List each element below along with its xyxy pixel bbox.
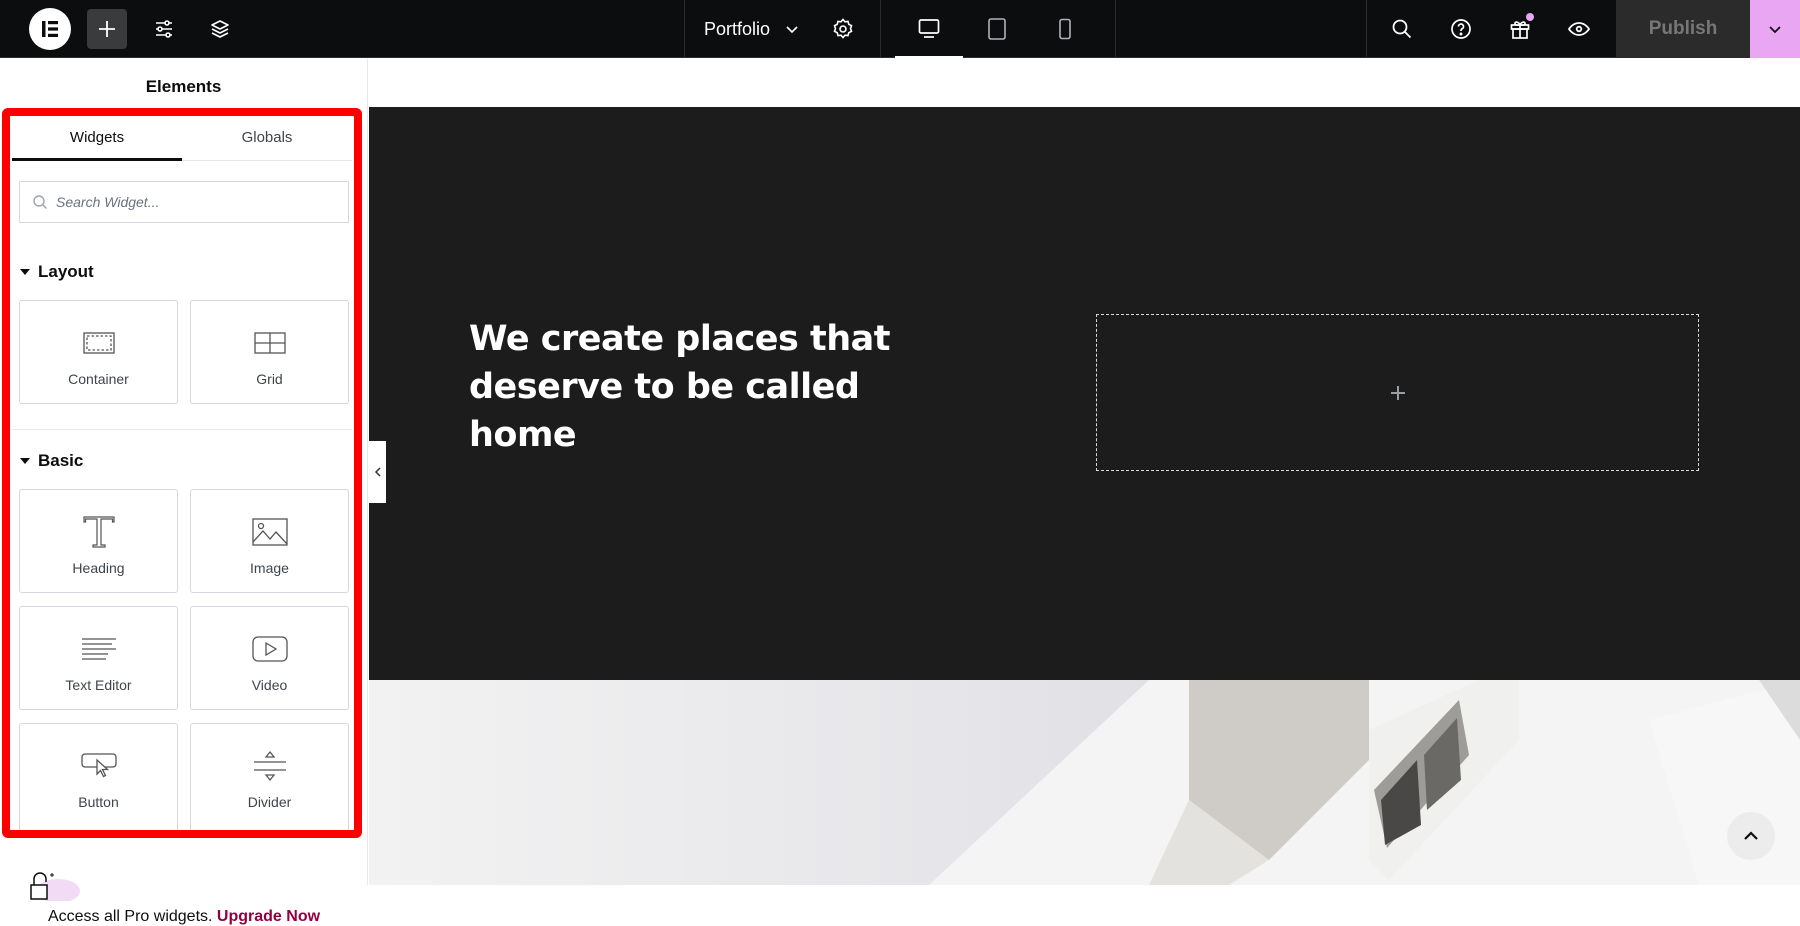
elements-panel: Elements Widgets Globals Layout Containe… (0, 59, 368, 925)
plus-icon (1390, 385, 1405, 400)
eye-icon (1567, 22, 1591, 36)
editor-top-bar: Portfolio Publish (0, 0, 1800, 59)
widget-label: Button (78, 794, 119, 810)
document-settings-button[interactable] (823, 9, 863, 49)
divider (684, 0, 685, 58)
chevron-up-icon (1744, 831, 1758, 840)
hero-heading[interactable]: We create places that deserve to be call… (469, 315, 949, 459)
widget-divider[interactable]: Divider (190, 723, 349, 833)
widget-label: Image (250, 560, 289, 576)
search-icon (33, 195, 47, 209)
promo-text: Access all Pro widgets. (47, 908, 213, 925)
category-basic-toggle[interactable]: Basic (20, 451, 83, 471)
empty-container-drop-zone[interactable] (1096, 314, 1699, 471)
hero-section[interactable]: We create places that deserve to be call… (369, 107, 1800, 680)
caret-down-icon (20, 458, 30, 464)
plus-icon (99, 21, 115, 37)
widget-text-editor[interactable]: Text Editor (19, 606, 178, 710)
divider (1366, 0, 1367, 58)
category-title: Layout (38, 262, 94, 281)
help-button[interactable] (1441, 9, 1481, 49)
container-icon (82, 332, 115, 354)
widget-label: Heading (72, 560, 125, 576)
building-photo (929, 680, 1800, 885)
widget-label: Container (68, 371, 129, 387)
publish-options-button[interactable] (1750, 0, 1800, 58)
help-icon (1451, 19, 1471, 39)
finder-button[interactable] (1382, 9, 1422, 49)
tab-globals[interactable]: Globals (182, 115, 352, 160)
pro-lock-illustration-icon (30, 872, 80, 901)
widget-heading[interactable]: Heading (19, 489, 178, 593)
whats-new-button[interactable] (1500, 9, 1540, 49)
add-element-button[interactable] (87, 9, 127, 49)
chevron-left-icon (374, 467, 381, 477)
widget-search (19, 181, 349, 223)
widget-container[interactable]: Container (19, 300, 178, 404)
desktop-icon (918, 19, 940, 38)
device-tablet-button[interactable] (963, 0, 1031, 58)
panel-tabs: Widgets Globals (12, 115, 352, 161)
category-divider (12, 429, 352, 430)
preview-button[interactable] (1559, 9, 1599, 49)
panel-title: Elements (145, 77, 222, 96)
device-desktop-button[interactable] (895, 0, 963, 59)
building-photo-section (369, 680, 1800, 885)
video-icon (251, 636, 288, 662)
tablet-icon (988, 18, 1006, 40)
divider (1115, 0, 1116, 58)
caret-down-icon (20, 269, 30, 275)
widget-video[interactable]: Video (190, 606, 349, 710)
document-title-dropdown[interactable]: Portfolio (704, 0, 800, 58)
sliders-icon (156, 20, 172, 38)
pro-widgets-promo: Access all Pro widgets. Upgrade Now (0, 908, 368, 926)
button-icon (80, 753, 117, 778)
structure-button[interactable] (200, 9, 240, 49)
heading-icon (82, 516, 115, 548)
widget-grid[interactable]: Grid (190, 300, 349, 404)
search-icon (1392, 19, 1412, 39)
editor-canvas: We create places that deserve to be call… (369, 59, 1800, 885)
document-title: Portfolio (704, 18, 771, 39)
widget-button[interactable]: Button (19, 723, 178, 833)
text-editor-icon (81, 638, 116, 660)
chevron-down-icon (786, 26, 798, 34)
category-title: Basic (38, 451, 84, 470)
upgrade-now-link[interactable]: Upgrade Now (217, 908, 320, 925)
search-widget-input[interactable] (56, 194, 336, 210)
chevron-down-icon (1769, 26, 1781, 34)
gear-icon (833, 18, 853, 39)
category-layout-toggle[interactable]: Layout (20, 262, 94, 282)
collapse-panel-toggle[interactable] (369, 441, 386, 503)
publish-button[interactable]: Publish (1616, 0, 1750, 58)
site-settings-button[interactable] (144, 9, 184, 49)
scroll-to-top-button[interactable] (1727, 812, 1775, 860)
image-icon (251, 518, 288, 546)
elementor-logo[interactable] (29, 8, 71, 50)
grid-icon (253, 332, 286, 354)
divider-icon (253, 750, 286, 782)
elementor-logo-icon (42, 21, 58, 37)
device-mobile-button[interactable] (1031, 0, 1099, 58)
widget-label: Grid (256, 371, 283, 387)
layers-icon (211, 20, 229, 38)
notification-dot (1526, 13, 1534, 21)
mobile-icon (1059, 18, 1071, 40)
divider (880, 0, 881, 58)
widget-image[interactable]: Image (190, 489, 349, 593)
tab-widgets[interactable]: Widgets (12, 115, 182, 161)
widget-label: Text Editor (65, 677, 132, 693)
widget-label: Divider (247, 794, 292, 810)
widget-label: Video (251, 677, 288, 693)
